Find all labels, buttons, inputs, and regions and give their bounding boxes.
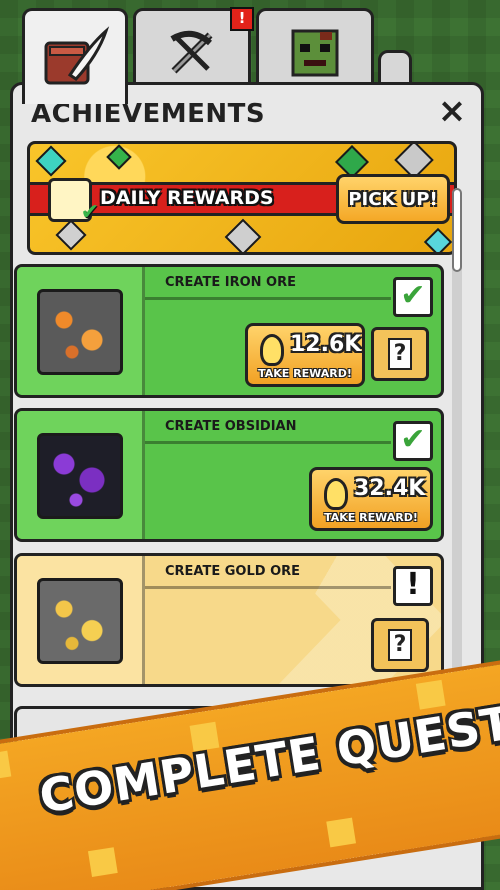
quest-card: CREATE IRON ORE ✔ 12.6K TAKE REWARD! ? <box>14 264 444 398</box>
question-icon: ? <box>388 629 412 661</box>
zombie-face-icon <box>291 29 339 77</box>
take-reward-button[interactable]: 32.4K TAKE REWARD! <box>309 467 433 531</box>
reward-amount: 12.6K <box>290 332 362 357</box>
check-icon: ✔ <box>80 200 99 225</box>
gem-icon <box>35 145 67 177</box>
quest-icon-area <box>17 411 145 539</box>
coin-icon <box>260 334 284 366</box>
quest-icon-area <box>17 556 145 684</box>
book-quill-icon <box>44 25 110 84</box>
alert-badge: ! <box>230 7 254 31</box>
reward-amount: 32.4K <box>354 476 426 501</box>
pick-up-button[interactable]: PICK UP! <box>336 174 450 224</box>
gold-ore-icon <box>37 578 123 664</box>
quest-icon-area <box>17 267 145 395</box>
pixel-block <box>87 847 118 877</box>
pixel-block <box>0 750 12 781</box>
pixel-block <box>326 817 357 848</box>
mystery-box[interactable]: ? <box>371 327 429 381</box>
tab-achievements[interactable] <box>22 8 128 104</box>
scrollbar-thumb[interactable] <box>452 188 462 272</box>
iron-ore-icon <box>37 289 123 375</box>
divider <box>145 441 391 444</box>
divider <box>145 297 391 300</box>
quest-title: CREATE IRON ORE <box>165 275 297 290</box>
quest-title: CREATE OBSIDIAN <box>165 419 297 434</box>
quest-title: CREATE GOLD ORE <box>165 564 301 579</box>
calendar-check-icon: ✔ <box>48 178 99 225</box>
take-reward-button[interactable]: 12.6K TAKE REWARD! <box>245 323 365 387</box>
take-reward-label: TAKE REWARD! <box>258 367 352 380</box>
obsidian-icon <box>37 433 123 519</box>
mystery-box[interactable]: ? <box>371 618 429 672</box>
check-icon: ✔ <box>393 277 433 317</box>
gem-icon <box>423 227 453 252</box>
coin-icon <box>324 478 348 510</box>
quest-card: CREATE GOLD ORE ! ? <box>14 553 444 687</box>
check-icon: ✔ <box>393 421 433 461</box>
question-icon: ? <box>388 338 412 370</box>
pickaxe-sword-icon <box>170 30 213 74</box>
divider <box>145 586 391 589</box>
take-reward-label: TAKE REWARD! <box>324 511 418 524</box>
close-button[interactable]: × <box>435 94 469 129</box>
daily-rewards-banner[interactable]: ✔ DAILY REWARDS PICK UP! <box>27 141 457 255</box>
daily-rewards-label: DAILY REWARDS <box>100 187 274 209</box>
gem-icon <box>106 144 132 170</box>
quest-card: CREATE OBSIDIAN ✔ 32.4K TAKE REWARD! <box>14 408 444 542</box>
stone-icon <box>224 218 262 252</box>
exclamation-icon: ! <box>393 566 433 606</box>
